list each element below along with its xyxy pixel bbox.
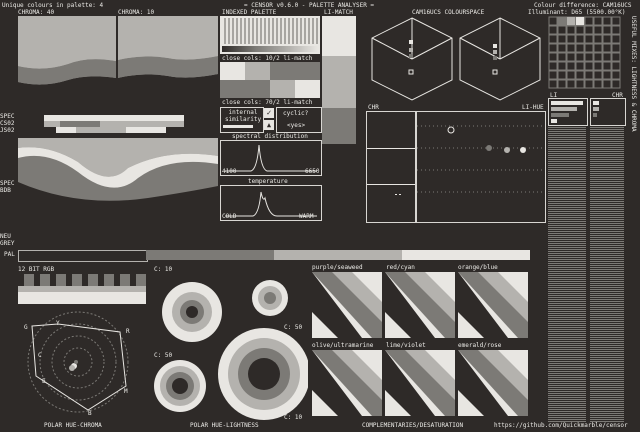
polar-letter-e: E bbox=[42, 378, 46, 385]
li-hue-label: LI-HUE bbox=[522, 104, 544, 111]
lightness-mix-strip bbox=[548, 126, 586, 422]
pal-label: PAL bbox=[4, 251, 15, 258]
rgb-12bit-grid bbox=[18, 274, 146, 304]
complementaries-grid bbox=[312, 272, 528, 416]
neu-grey-label: NEU GREY bbox=[0, 233, 15, 247]
spectral-distribution-panel: 4100 6650 bbox=[220, 140, 322, 176]
indexed-palette-grid bbox=[220, 16, 320, 54]
neu-grey-bar bbox=[44, 234, 324, 242]
colour-difference-label: Colour difference: CAM16UCS bbox=[534, 2, 632, 9]
polar-letter-c: C bbox=[38, 352, 42, 359]
c10-label-b: C: 10 bbox=[284, 414, 303, 421]
useful-mixes-label: USEFUL MIXES: LIGHTNESS & CHROMA bbox=[630, 16, 637, 132]
close-cols-10-grid bbox=[220, 62, 320, 98]
colourspace-label: CAM16UCS COLOURSPACE bbox=[412, 9, 485, 16]
chroma-40-lightness-bands bbox=[18, 16, 218, 112]
cyclic-yes-value: <yes> bbox=[287, 122, 306, 129]
close-cols-10-label: close cols: 10/2 li-match bbox=[222, 55, 313, 62]
spec-bdb-ribbon bbox=[18, 138, 218, 206]
unique-colours-label: Unique colours in palette: 4 bbox=[2, 2, 104, 9]
cyclic-panel: cyclic? <yes> bbox=[276, 107, 322, 133]
chr-label: CHR bbox=[368, 104, 379, 111]
li-hue-panel bbox=[416, 111, 546, 223]
polar-hue-chroma-label: POLAR HUE-CHROMA bbox=[44, 422, 102, 429]
polar-letter-g: G bbox=[24, 324, 28, 331]
li-match-label: LI-MATCH bbox=[324, 9, 353, 16]
pal-swatch-3[interactable] bbox=[274, 250, 402, 260]
warm-label: WARM bbox=[299, 213, 314, 220]
pal-swatch-1[interactable] bbox=[18, 250, 148, 262]
complementaries-label: COMPLEMENTARIES/DESATURATION bbox=[362, 422, 464, 429]
app-title: = CENSOR v0.6.0 - PALETTE ANALYSER = bbox=[244, 2, 375, 9]
polar-letter-m: M bbox=[124, 388, 128, 395]
chroma-mix-strip bbox=[590, 126, 624, 422]
spectral-distribution-label: spectral distribution bbox=[232, 133, 308, 140]
chr-bars bbox=[590, 98, 626, 126]
li-hue-plot bbox=[417, 125, 545, 193]
pal-swatch-4[interactable] bbox=[402, 250, 530, 260]
spec-bar-3b bbox=[76, 127, 126, 133]
chroma-10-label: CHROMA: 10 bbox=[118, 9, 155, 16]
li-bars bbox=[548, 98, 588, 126]
polar-letter-b: B bbox=[88, 410, 92, 417]
comp-label-1: purple/seaweed bbox=[312, 264, 363, 271]
grey-swatch-1 bbox=[18, 234, 44, 242]
close-cols-70-label: close cols: 70/2 li-match bbox=[222, 99, 313, 106]
checkmark-icon: ✓ bbox=[264, 108, 274, 118]
c50-label-a: C: 50 bbox=[154, 352, 173, 359]
c50-label-b: C: 50 bbox=[284, 324, 303, 331]
internal-similarity-label: internal similarity bbox=[224, 109, 262, 123]
spec-min-label: 4100 bbox=[222, 168, 237, 175]
polar-hue-chroma-plot bbox=[27, 311, 129, 413]
spec-cs02-label: SPEC CS02 JS02 bbox=[0, 113, 15, 134]
triangle-icon: ▲ bbox=[264, 120, 274, 130]
chroma-40-label: CHROMA: 40 bbox=[18, 9, 55, 16]
pal-swatch-2[interactable] bbox=[146, 250, 274, 260]
illuminant-label: Illuminant: D65 (5500.00°K) bbox=[528, 9, 626, 16]
comp-label-2: red/cyan bbox=[386, 264, 415, 271]
polar-letter-y: Y bbox=[56, 320, 60, 327]
li-match-panel bbox=[322, 16, 356, 144]
rgb-12bit-label: 12 BIT RGB bbox=[18, 266, 55, 273]
spec-bdb-label: SPEC BDB bbox=[0, 180, 15, 194]
chr-panel bbox=[366, 111, 416, 223]
cyclic-label: cyclic? bbox=[283, 110, 309, 117]
colourspace-hexagons bbox=[371, 17, 541, 101]
hue-lightness-rings bbox=[154, 280, 308, 420]
polar-hue-lightness-label: POLAR HUE-LIGHTNESS bbox=[190, 422, 259, 429]
palette-similarity-grid bbox=[548, 16, 624, 90]
similarity-bar bbox=[223, 125, 253, 128]
internal-similarity-panel: internal similarity bbox=[220, 107, 264, 133]
polar-letter-r: R bbox=[126, 328, 130, 335]
github-link[interactable]: https://github.com/Quickmarble/censor bbox=[494, 422, 628, 429]
temperature-panel: COLD WARM bbox=[220, 185, 322, 221]
cold-label: COLD bbox=[222, 213, 237, 220]
indexed-palette-label: INDEXED PALETTE bbox=[222, 9, 277, 16]
spec-max-label: 6650 bbox=[305, 168, 320, 175]
temperature-label: temperature bbox=[248, 178, 288, 185]
comp-label-3: orange/blue bbox=[458, 264, 498, 271]
